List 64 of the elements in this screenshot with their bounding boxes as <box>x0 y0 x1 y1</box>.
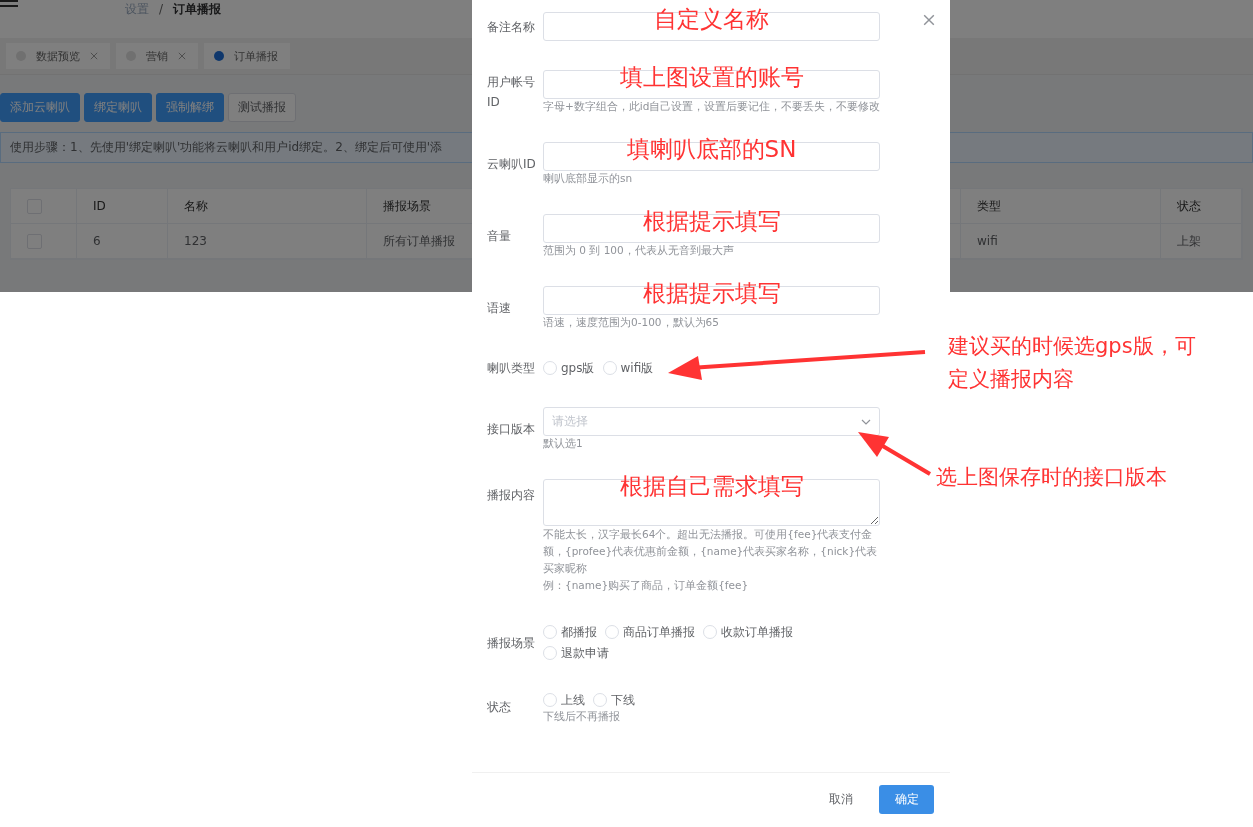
column-header: 类型 <box>961 189 1161 224</box>
close-icon[interactable] <box>923 14 935 26</box>
radio-circle[interactable] <box>703 625 717 639</box>
tab-label: 订单播报 <box>234 48 278 64</box>
radio-circle[interactable] <box>602 361 617 375</box>
confirm-button[interactable]: 确定 <box>879 784 934 814</box>
close-icon[interactable] <box>90 52 98 60</box>
radio-option[interactable]: gps版 <box>543 359 595 377</box>
column-header: 状态 <box>1161 189 1242 224</box>
field-label: 接口版本 <box>487 420 536 438</box>
radio-circle[interactable] <box>543 646 557 660</box>
field-hint: 下线后不再播报 <box>543 709 621 723</box>
radio-option[interactable]: wifi版 <box>602 359 654 377</box>
field-label: 播报场景 <box>487 634 536 652</box>
annotation-text: 选上图保存时的接口版本 <box>936 464 1167 491</box>
table-cell: wifi <box>961 224 1161 259</box>
field-hint: 语速，速度范围为0-100，默认为65 <box>543 315 720 329</box>
radio-circle[interactable] <box>543 361 557 375</box>
column-header: 名称 <box>168 189 367 224</box>
field-label: 语速 <box>487 299 512 317</box>
breadcrumb-item[interactable]: 订单播报 <box>173 0 222 18</box>
field-label: 用户帐号ID <box>487 73 536 111</box>
radio-option[interactable]: 上线 <box>543 691 585 709</box>
page-tab[interactable]: 数据预览 <box>6 43 110 69</box>
radio-circle[interactable] <box>543 693 557 707</box>
toolbar-button[interactable]: 测试播报 <box>228 93 296 122</box>
field-label: 播报内容 <box>487 487 536 504</box>
radio-circle[interactable] <box>605 625 619 639</box>
annotation-text: 自定义名称 <box>654 5 769 34</box>
radio-option[interactable]: 商品订单播报 <box>605 623 695 641</box>
annotation-text: 根据自己需求填写 <box>619 472 804 501</box>
field-hint: 不能太长，汉字最长64个。超出无法播报。可使用{fee}代表支付金额，{profee}代表优惠前金额，{name}代表买家名称，{nick}代表买家昵称 <box>543 527 879 576</box>
field-label: 音量 <box>487 227 512 245</box>
field-hint: 喇叭底部显示的sn <box>543 171 634 185</box>
table-cell: 上架 <box>1161 224 1242 259</box>
annotation-text: 填喇叭底部的SN <box>626 135 797 164</box>
table-cell: 6 <box>77 224 168 259</box>
field-label: 备注名称 <box>487 18 536 36</box>
radio-circle[interactable] <box>593 693 607 707</box>
field-hint: 默认选1 <box>543 436 584 450</box>
field-label: 状态 <box>487 699 512 716</box>
annotation-text: 填上图设置的账号 <box>619 63 804 92</box>
table-cell: 123 <box>168 224 367 259</box>
page-tab[interactable]: 订单播报 <box>204 43 290 69</box>
field-hint: 字母+数字组合，此id自己设置，设置后要记住，不要丢失，不要修改 <box>543 99 881 113</box>
radio-option[interactable]: 收款订单播报 <box>703 623 793 641</box>
field-label: 喇叭类型 <box>487 360 536 377</box>
annotation-text: 根据提示填写 <box>642 207 781 236</box>
radio-circle[interactable] <box>543 625 557 639</box>
radio-option[interactable]: 下线 <box>593 691 635 709</box>
annotation-text: 根据提示填写 <box>642 279 781 308</box>
breadcrumb-separator: / <box>159 1 164 18</box>
close-icon[interactable] <box>178 52 186 60</box>
tab-label: 数据预览 <box>36 48 80 64</box>
column-header: ID <box>77 189 168 224</box>
field-hint: 例：{name}购买了商品，订单金额{fee} <box>543 578 750 593</box>
chevron-down-icon <box>861 418 871 425</box>
page-tab[interactable]: 营销 <box>116 43 198 69</box>
radio-option[interactable]: 退款申请 <box>543 644 609 662</box>
annotation-text: 建议买的时候选gps版，可 <box>948 333 1196 360</box>
tab-label: 营销 <box>146 48 168 64</box>
annotation-text: 定义播报内容 <box>948 366 1075 393</box>
radio-option[interactable]: 都播报 <box>543 623 597 641</box>
cancel-button[interactable]: 取消 <box>815 784 867 814</box>
